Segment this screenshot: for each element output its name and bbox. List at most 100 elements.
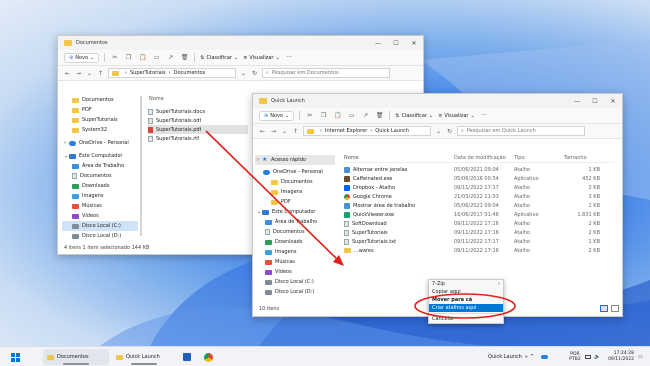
maximize-icon[interactable]: ☐ <box>387 36 405 50</box>
tray-cloud[interactable] <box>541 349 551 365</box>
delete-icon[interactable]: 🗑 <box>375 112 384 119</box>
rename-icon[interactable]: ▭ <box>152 54 161 61</box>
tiles-view-icon[interactable] <box>611 305 619 312</box>
title-bar[interactable]: Documentos — ☐ ✕ <box>58 36 423 50</box>
nav-item-imagens[interactable]: Imagens <box>255 187 335 197</box>
view-button[interactable]: ≡ Visualizar ⌄ <box>243 55 279 61</box>
details-view-icon[interactable] <box>600 305 608 312</box>
cut-icon[interactable]: ✂ <box>110 54 119 61</box>
file-row[interactable]: ...wares 09/11/2022 17:16 Atalho 2 KB <box>344 246 614 255</box>
new-button[interactable]: ⊕ Novo ⌄ <box>64 52 100 63</box>
notification-button[interactable]: ▭ <box>638 349 646 365</box>
column-header-date[interactable]: Data de modificação <box>454 155 514 161</box>
file-row[interactable]: SuperTutoriais.txt 09/11/2022 17:17 Atalho… <box>344 237 614 246</box>
search-box[interactable]: ⌕ Pesquisar em Documentos <box>262 68 390 78</box>
nav-item-disco-d[interactable]: Disco Local (D:) <box>255 287 335 297</box>
chevron-down-icon[interactable]: ⌄ <box>281 128 288 135</box>
nav-item-documentos[interactable]: Documentos <box>62 95 138 105</box>
up-icon[interactable]: ↑ <box>292 128 299 135</box>
column-header-type[interactable]: Tipo <box>514 155 564 161</box>
forward-icon[interactable]: → <box>75 70 82 77</box>
forward-icon[interactable]: → <box>270 128 277 135</box>
menu-item-mover-para-ca[interactable]: Mover para cá <box>429 296 503 304</box>
nav-item-documentos-pc[interactable]: Documentos <box>255 227 335 237</box>
file-row[interactable]: QuickViewer.exe 16/06/2017 01:48 Aplicativ… <box>344 210 614 219</box>
refresh-icon[interactable]: ↻ <box>446 128 453 135</box>
file-row[interactable]: Alternar entre janelas 05/06/2021 09:04 At… <box>344 165 614 174</box>
quick-launch-toolbar[interactable]: Quick Launch » <box>488 349 528 365</box>
taskbar-item-quick-launch[interactable]: Quick Launch <box>112 349 176 365</box>
cut-icon[interactable]: ✂ <box>305 112 314 119</box>
taskbar-item-store[interactable] <box>180 349 194 365</box>
taskbar-item-chrome[interactable] <box>201 349 215 365</box>
sort-button[interactable]: ⇅ Classificar ⌄ <box>395 113 433 119</box>
file-row[interactable]: SuperTutoriais 09/11/2022 17:16 Atalho 2 KB <box>344 228 614 237</box>
breadcrumb-item[interactable]: Documentos <box>174 70 206 76</box>
view-button[interactable]: ≡ Visualizar ⌄ <box>438 113 474 119</box>
file-row[interactable]: Google Chrome 21/03/2022 11:33 Atalho 3 KB <box>344 192 614 201</box>
nav-item-onedrive[interactable]: OneDrive - Personal <box>255 167 335 177</box>
close-icon[interactable]: ✕ <box>405 36 423 50</box>
tray-clock[interactable]: 17:24:28 09/11/2022 <box>602 349 634 365</box>
menu-item-cancelar[interactable]: Cancelar <box>429 315 503 323</box>
delete-icon[interactable]: 🗑 <box>180 54 189 61</box>
nav-item-documentos[interactable]: Documentos <box>255 177 335 187</box>
menu-item-copiar-aqui[interactable]: Copiar aqui <box>429 288 503 296</box>
nav-item-disco-d[interactable]: Disco Local (D:) <box>62 231 138 241</box>
back-icon[interactable]: ← <box>259 128 266 135</box>
paste-icon[interactable]: 📋 <box>138 54 147 61</box>
nav-item-area-de-trabalho[interactable]: Área de Trabalho <box>255 217 335 227</box>
tray-overflow[interactable]: ^ <box>530 349 540 365</box>
column-header-name[interactable]: Nome <box>344 155 454 161</box>
copy-icon[interactable]: ❐ <box>319 112 328 119</box>
menu-item-7zip[interactable]: 7-Zip › <box>429 280 503 288</box>
file-row[interactable]: Caffeinated.exe 05/06/2016 00:54 Aplicativ… <box>344 174 614 183</box>
more-icon[interactable]: ··· <box>285 54 294 61</box>
tray-volume[interactable]: 🔈 <box>594 349 602 365</box>
nav-item-videos[interactable]: Vídeos <box>62 211 138 221</box>
taskbar-item-documentos[interactable]: Documentos <box>43 349 109 365</box>
tray-language[interactable]: POR PTB2 <box>567 349 583 365</box>
start-button[interactable] <box>8 349 22 365</box>
nav-item-area-de-trabalho[interactable]: Área de Trabalho <box>62 161 138 171</box>
menu-item-criar-atalhos-aqui[interactable]: Criar atalhos aqui <box>429 304 503 312</box>
breadcrumb-item[interactable]: SuperTutoriais <box>130 70 166 76</box>
nav-item-imagens[interactable]: Imagens <box>62 191 138 201</box>
nav-item-musicas[interactable]: Músicas <box>255 257 335 267</box>
dropdown-icon[interactable]: ⌄ <box>435 128 442 135</box>
nav-item-este-computador[interactable]: ⌄ Este Computador <box>62 151 138 161</box>
nav-item-disco-c[interactable]: Disco Local (C:) <box>62 221 138 231</box>
breadcrumb-item[interactable]: Internet Explorer <box>325 128 367 134</box>
back-icon[interactable]: ← <box>64 70 71 77</box>
maximize-icon[interactable]: ☐ <box>586 94 604 108</box>
title-bar[interactable]: Quick Launch — ☐ ✕ <box>253 94 622 108</box>
address-bar[interactable]: › SuperTutoriais › Documentos <box>108 68 236 78</box>
rename-icon[interactable]: ▭ <box>347 112 356 119</box>
file-row-selected[interactable]: SuperTutoriais.pdf <box>148 125 248 134</box>
chevron-down-icon[interactable]: ⌄ <box>86 70 93 77</box>
column-header-size[interactable]: Tamanho <box>564 155 614 161</box>
file-row[interactable]: SoftDownload 09/11/2022 17:16 Atalho 2 KB <box>344 219 614 228</box>
nav-item-videos[interactable]: Vídeos <box>255 267 335 277</box>
refresh-icon[interactable]: ↻ <box>251 70 258 77</box>
file-row[interactable]: Mostrar área de trabalho 05/06/2021 09:04… <box>344 201 614 210</box>
file-row[interactable]: Dropbox - Atalho 09/11/2022 17:17 Atalho 2 … <box>344 183 614 192</box>
nav-item-pdf[interactable]: PDF <box>62 105 138 115</box>
tray-network[interactable] <box>585 349 593 365</box>
scrollbar[interactable] <box>140 96 142 236</box>
nav-item-documentos-pc[interactable]: Documentos <box>62 171 138 181</box>
share-icon[interactable]: ↗ <box>166 54 175 61</box>
nav-item-musicas[interactable]: Músicas <box>62 201 138 211</box>
new-button[interactable]: ⊕ Novo ⌄ <box>259 110 295 121</box>
search-box[interactable]: ⌕ Pesquisar em Quick Launch <box>457 126 585 136</box>
address-bar[interactable]: › Internet Explorer › Quick Launch <box>303 126 431 136</box>
nav-item-disco-c[interactable]: Disco Local (C:) <box>255 277 335 287</box>
nav-item-este-computador[interactable]: ⌄ Este Computador <box>255 207 335 217</box>
nav-item-acesso-rapido[interactable]: › ★ Acesso rápido <box>255 155 335 165</box>
copy-icon[interactable]: ❐ <box>124 54 133 61</box>
minimize-icon[interactable]: — <box>568 94 586 108</box>
nav-item-supertutoriais[interactable]: SuperTutoriais <box>62 115 138 125</box>
more-icon[interactable]: ··· <box>480 112 489 119</box>
paste-icon[interactable]: 📋 <box>333 112 342 119</box>
breadcrumb-item[interactable]: Quick Launch <box>375 128 409 134</box>
